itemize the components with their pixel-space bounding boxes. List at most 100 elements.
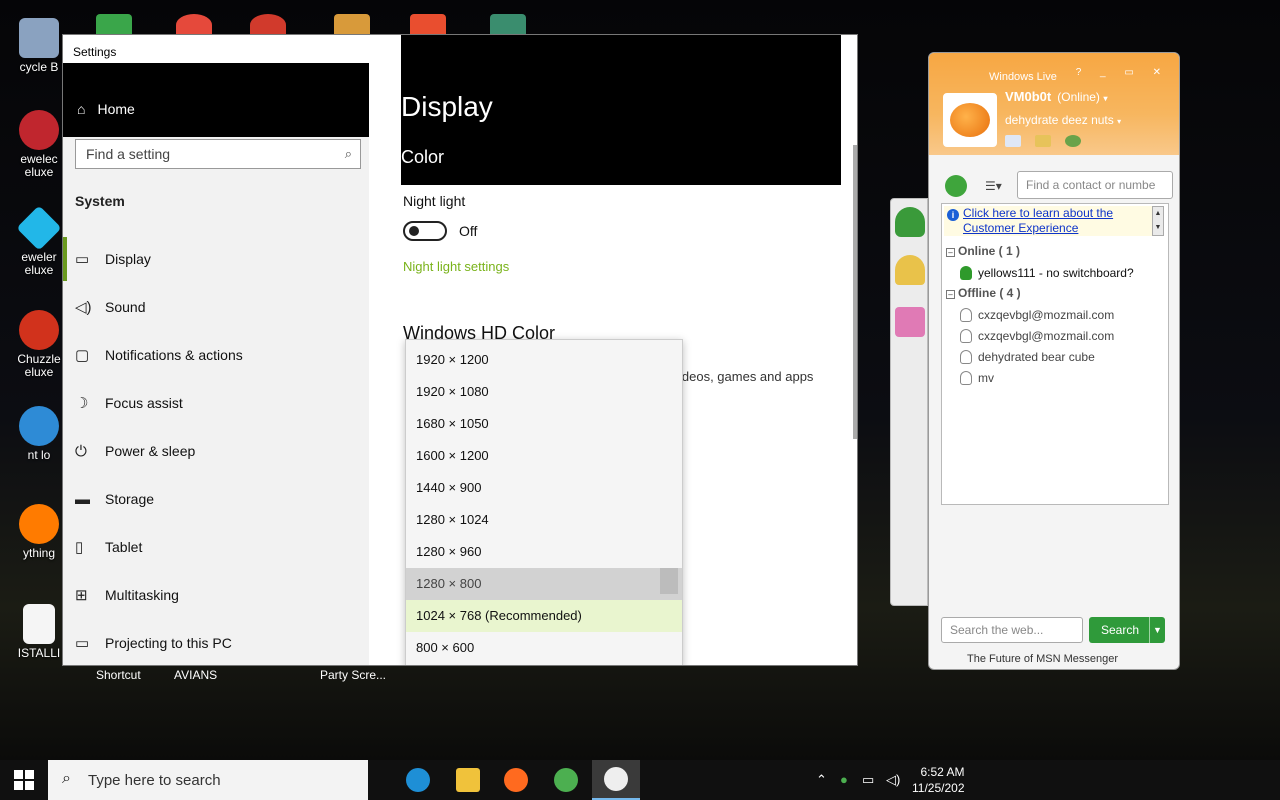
windows-logo-icon: [25, 781, 34, 790]
diamond-icon: [16, 205, 62, 251]
desktop-shortcut-label[interactable]: Shortcut: [96, 668, 141, 682]
resolution-option[interactable]: 1920 × 1200: [406, 344, 682, 376]
desktop-icon-everything[interactable]: ything: [8, 504, 70, 560]
group-online[interactable]: – Online ( 1 ): [946, 244, 1020, 258]
avatar[interactable]: [943, 93, 997, 147]
taskbar-file-explorer[interactable]: [444, 760, 492, 800]
resolution-option[interactable]: 1600 × 1200: [406, 440, 682, 472]
folder-icon[interactable]: [1035, 135, 1051, 147]
nav-item-notifications[interactable]: ▢ Notifications & actions: [63, 333, 369, 377]
messenger-footer[interactable]: The Future of MSN Messenger: [967, 653, 1118, 665]
desktop-icon-label: cycle B: [19, 60, 59, 74]
contacts-tab-icon[interactable]: [895, 207, 925, 237]
chevron-down-icon[interactable]: ▾: [1117, 117, 1121, 126]
volume-icon[interactable]: ◁): [886, 772, 900, 788]
contact-item[interactable]: mv: [960, 371, 994, 385]
night-light-toggle[interactable]: [403, 221, 447, 241]
nav-item-sound[interactable]: ◁) Sound: [63, 285, 369, 329]
nav-item-focus-assist[interactable]: ☽ Focus assist: [63, 381, 369, 425]
office-icon[interactable]: [410, 14, 446, 36]
chevron-down-icon[interactable]: ▾: [1104, 94, 1108, 103]
taskbar-settings[interactable]: [592, 760, 640, 800]
nav-label: Storage: [105, 491, 155, 507]
web-search-input[interactable]: Search the web...: [941, 617, 1083, 643]
desktop-icon-client[interactable]: nt lo: [8, 406, 70, 462]
settings-search-input[interactable]: Find a setting ⌕: [75, 139, 361, 169]
chrome-icon[interactable]: [176, 14, 212, 36]
network-icon[interactable]: ▭: [862, 772, 874, 788]
chevron-down-icon[interactable]: ▼: [1149, 617, 1165, 643]
desktop-shortcut-label[interactable]: Party Scre...: [320, 668, 386, 682]
resolution-option[interactable]: 1680 × 1050: [406, 408, 682, 440]
personal-message[interactable]: dehydrate deez nuts ▾: [1005, 113, 1121, 127]
resolution-option[interactable]: 1440 × 900: [406, 472, 682, 504]
home-link[interactable]: ⌂ Home: [77, 101, 135, 117]
contact-name: mv: [978, 371, 994, 385]
header-band: [63, 63, 369, 137]
contact-search-input[interactable]: Find a contact or numbe: [1017, 171, 1173, 199]
resolution-option-recommended[interactable]: 1024 × 768 (Recommended): [406, 600, 682, 632]
spaces-icon[interactable]: [1065, 135, 1081, 147]
resolution-option[interactable]: 1280 × 1024: [406, 504, 682, 536]
resolution-option-selected[interactable]: 1280 × 800: [406, 568, 682, 600]
contact-item[interactable]: cxzqevbgl@mozmail.com: [960, 308, 1114, 322]
contact-item[interactable]: dehydrated bear cube: [960, 350, 1095, 364]
desktop-icon-chuzzle[interactable]: Chuzzle eluxe: [8, 310, 70, 379]
butterfly-icon[interactable]: [895, 307, 925, 337]
messenger-window-controls[interactable]: ? _ ▭ ✕: [1076, 67, 1169, 78]
resolution-option[interactable]: 1920 × 1080: [406, 376, 682, 408]
contact-item[interactable]: yellows111 - no switchboard?: [960, 266, 1134, 280]
page-title: Display: [401, 91, 493, 122]
group-offline[interactable]: – Offline ( 4 ): [946, 286, 1021, 300]
winrar-icon[interactable]: [334, 14, 370, 36]
customer-experience-link[interactable]: Click here to learn about the Customer E…: [963, 206, 1143, 236]
desktop-icon-bejeweled[interactable]: eweler eluxe: [8, 205, 70, 277]
vivaldi-icon[interactable]: [250, 14, 286, 36]
group-label: Offline ( 4 ): [958, 286, 1021, 300]
resolution-option[interactable]: 1280 × 960: [406, 536, 682, 568]
user-display-name[interactable]: VM0b0t (Online) ▾: [1005, 89, 1108, 104]
nav-item-power-sleep[interactable]: ⏻ Power & sleep: [63, 429, 369, 473]
nav-item-display[interactable]: ▭ Display: [63, 237, 369, 281]
taskbar-clock[interactable]: 6:52 AM 11/25/202: [912, 764, 965, 796]
nav-item-multitasking[interactable]: ⊞ Multitasking: [63, 573, 369, 617]
user-name: VM0b0t: [1005, 89, 1052, 104]
personal-message-text: dehydrate deez nuts: [1005, 113, 1114, 127]
desktop-icon-recycle-bin[interactable]: cycle B: [8, 18, 70, 74]
night-light-settings-link[interactable]: Night light settings: [403, 259, 509, 274]
desktop-shortcut-label[interactable]: AVIANS: [174, 668, 217, 682]
web-search-button[interactable]: Search ▼: [1089, 617, 1165, 643]
customer-experience-banner[interactable]: i Click here to learn about the Customer …: [944, 206, 1154, 236]
jewel-icon: [19, 110, 59, 150]
start-button[interactable]: [14, 770, 34, 790]
mail-icon[interactable]: [1005, 135, 1021, 147]
resolution-dropdown[interactable]: 1920 × 1200 1920 × 1080 1680 × 1050 1600…: [405, 339, 683, 665]
dropdown-scrollbar-thumb[interactable]: [660, 568, 678, 594]
nav-label: Notifications & actions: [105, 347, 243, 363]
collapse-icon[interactable]: –: [946, 248, 955, 257]
banner-scroll[interactable]: ▲ ▼: [1152, 206, 1164, 236]
taskbar-edge[interactable]: [394, 760, 442, 800]
list-view-icon[interactable]: ☰▾: [985, 179, 1002, 193]
taskbar-messenger[interactable]: [542, 760, 590, 800]
bell-icon[interactable]: [895, 255, 925, 285]
nav-item-projecting[interactable]: ▭ Projecting to this PC: [63, 621, 369, 665]
taskbar-search-input[interactable]: ⌕ Type here to search: [48, 760, 368, 800]
content-scrollbar[interactable]: [853, 145, 857, 439]
search-icon: ⌕: [62, 770, 71, 787]
collapse-icon[interactable]: –: [946, 290, 955, 299]
chuzzle-icon: [19, 310, 59, 350]
contact-item[interactable]: cxzqevbgl@mozmail.com: [960, 329, 1114, 343]
nav-item-storage[interactable]: ▬ Storage: [63, 477, 369, 521]
chevron-up-icon[interactable]: ⌃: [816, 772, 827, 788]
messenger-tray-icon[interactable]: ●: [840, 772, 848, 787]
nav-item-tablet[interactable]: ▯ Tablet: [63, 525, 369, 569]
add-contact-icon[interactable]: [945, 175, 967, 197]
user-status: (Online): [1057, 90, 1100, 104]
taskbar-firefox[interactable]: [492, 760, 540, 800]
desktop-icon-install[interactable]: ISTALLI: [8, 604, 70, 660]
game-icon[interactable]: [490, 14, 526, 36]
desktop-app-icon[interactable]: [96, 14, 132, 36]
resolution-option[interactable]: 800 × 600: [406, 632, 682, 664]
desktop-icon-jewel-quest[interactable]: ewelec eluxe: [8, 110, 70, 179]
